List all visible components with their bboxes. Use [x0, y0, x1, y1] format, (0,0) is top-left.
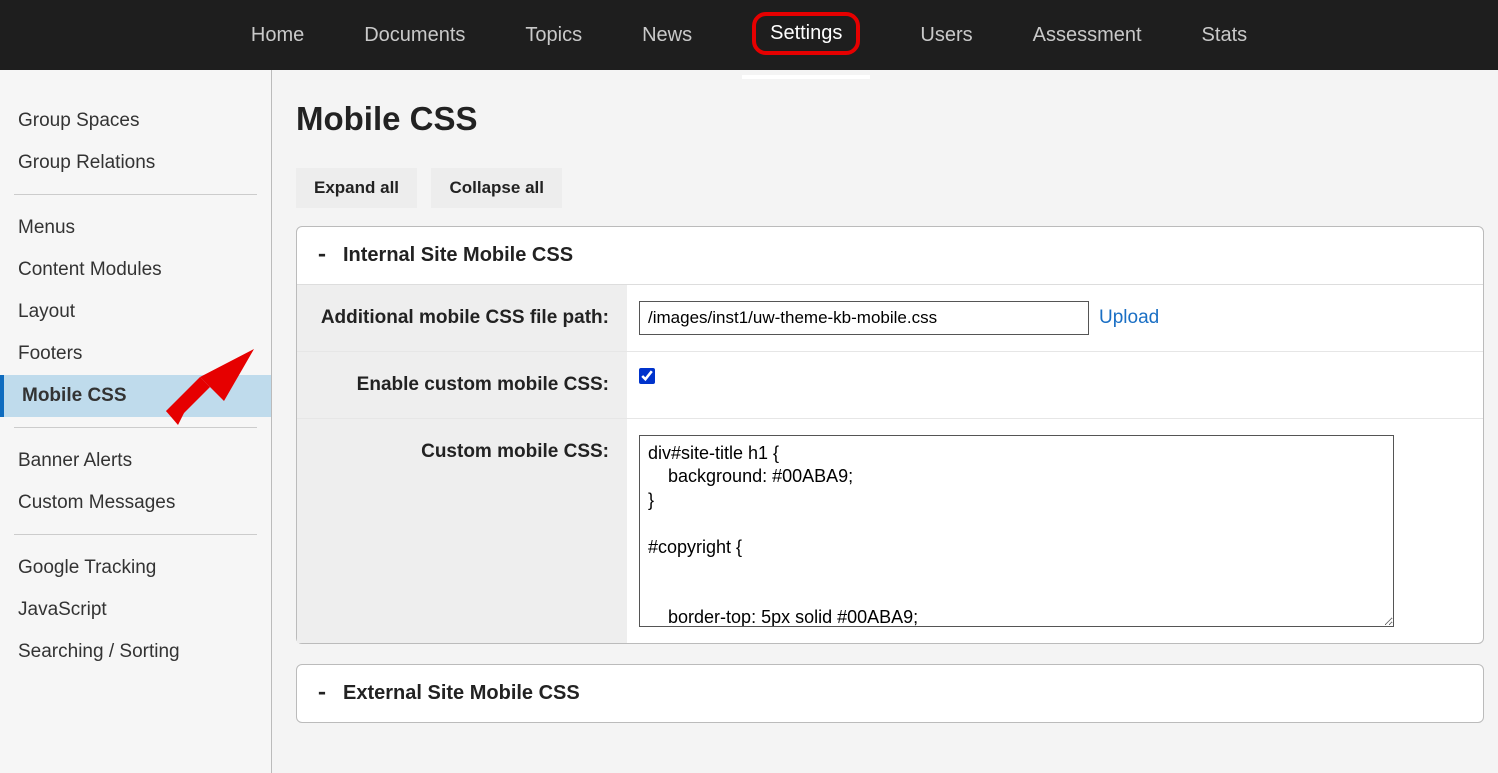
nav-users[interactable]: Users: [910, 4, 982, 67]
expand-all-button[interactable]: Expand all: [296, 168, 417, 208]
top-nav: Home Documents Topics News Settings User…: [0, 0, 1498, 70]
sidebar-item-group-spaces[interactable]: Group Spaces: [14, 100, 257, 142]
nav-stats[interactable]: Stats: [1192, 4, 1258, 67]
settings-highlight: Settings: [752, 12, 860, 55]
collapse-all-button[interactable]: Collapse all: [431, 168, 561, 208]
input-css-path[interactable]: [639, 301, 1089, 335]
label-custom-css: Custom mobile CSS:: [297, 419, 627, 643]
nav-documents[interactable]: Documents: [354, 4, 475, 67]
main-content: Mobile CSS Expand all Collapse all - Int…: [272, 70, 1498, 773]
page-title: Mobile CSS: [296, 100, 1498, 138]
label-css-path: Additional mobile CSS file path:: [297, 285, 627, 351]
nav-home[interactable]: Home: [241, 4, 314, 67]
upload-link[interactable]: Upload: [1099, 307, 1159, 329]
nav-topics[interactable]: Topics: [515, 4, 592, 67]
sidebar-item-google-tracking[interactable]: Google Tracking: [14, 547, 257, 589]
sidebar-item-custom-messages[interactable]: Custom Messages: [14, 482, 257, 524]
sidebar-item-menus[interactable]: Menus: [14, 207, 257, 249]
panel-external-header[interactable]: - External Site Mobile CSS: [297, 665, 1483, 722]
collapse-icon: -: [315, 681, 329, 706]
sidebar-item-banner-alerts[interactable]: Banner Alerts: [14, 440, 257, 482]
sidebar-item-footers[interactable]: Footers: [14, 333, 257, 375]
label-enable-css: Enable custom mobile CSS:: [297, 352, 627, 418]
sidebar-item-group-relations[interactable]: Group Relations: [14, 142, 257, 184]
panel-external: - External Site Mobile CSS: [296, 664, 1484, 723]
textarea-custom-css[interactable]: [639, 435, 1394, 627]
nav-assessment[interactable]: Assessment: [1023, 4, 1152, 67]
sidebar-item-mobile-css[interactable]: Mobile CSS: [0, 375, 271, 417]
nav-settings[interactable]: Settings: [742, 0, 870, 79]
checkbox-enable-css[interactable]: [639, 368, 655, 384]
nav-news[interactable]: News: [632, 4, 702, 67]
panel-external-title: External Site Mobile CSS: [343, 682, 580, 705]
sidebar-item-javascript[interactable]: JavaScript: [14, 589, 257, 631]
panel-internal: - Internal Site Mobile CSS Additional mo…: [296, 226, 1484, 644]
panel-internal-header[interactable]: - Internal Site Mobile CSS: [297, 227, 1483, 284]
sidebar-item-searching-sorting[interactable]: Searching / Sorting: [14, 631, 257, 673]
sidebar: Group Spaces Group Relations Menus Conte…: [0, 70, 272, 773]
panel-internal-title: Internal Site Mobile CSS: [343, 244, 573, 267]
sidebar-item-layout[interactable]: Layout: [14, 291, 257, 333]
collapse-icon: -: [315, 243, 329, 268]
sidebar-item-content-modules[interactable]: Content Modules: [14, 249, 257, 291]
